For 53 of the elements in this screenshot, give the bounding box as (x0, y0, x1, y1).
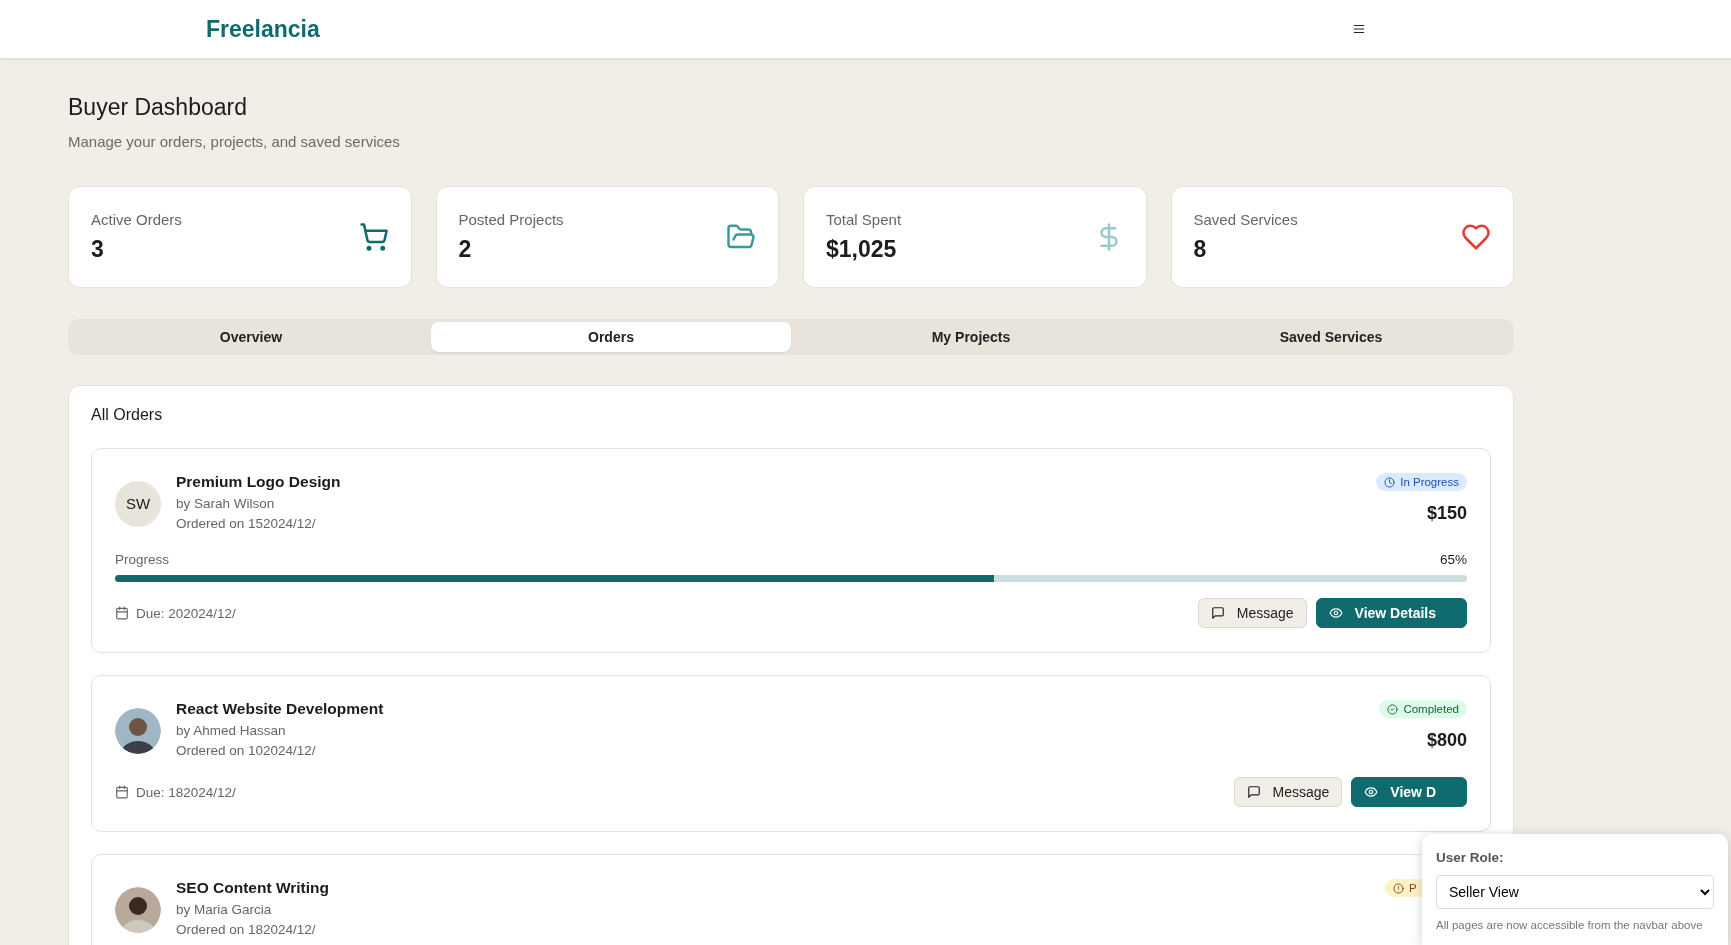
stat-value: 3 (91, 236, 105, 263)
eye-icon (1328, 606, 1343, 620)
view-details-button[interactable]: View D (1351, 777, 1467, 807)
message-icon (1210, 606, 1225, 620)
stat-label: Saved Services (1193, 211, 1298, 228)
alert-circle-icon (1393, 882, 1404, 894)
stat-label: Active Orders (91, 211, 182, 228)
role-select[interactable]: Seller View (1436, 875, 1714, 909)
seller-name: by Maria Garcia (176, 901, 273, 919)
order-title: Premium Logo Design (176, 473, 341, 491)
stat-label: Posted Projects (458, 211, 564, 228)
message-button[interactable]: Message (1197, 598, 1307, 628)
order-title: SEO Content Writing (176, 879, 329, 897)
message-button[interactable]: Message (1233, 777, 1343, 807)
logo[interactable]: Freelancia (206, 15, 320, 43)
due-date: Due: 202024/12/ (136, 605, 236, 621)
heart-icon (1461, 222, 1491, 252)
status-badge: In Progress (1376, 473, 1467, 491)
price: $150 (1426, 503, 1467, 524)
order-date: Ordered on 102024/12/ (176, 742, 317, 760)
progress-label: Progress (115, 552, 170, 567)
seller-name: by Ahmed Hassan (176, 722, 287, 740)
stat-value: 2 (458, 236, 473, 263)
stat-value: $1,025 (826, 236, 898, 263)
tab[interactable]: Saved Services (1151, 322, 1511, 352)
role-label: User Role: (1436, 850, 1505, 865)
order-title: React Website Development (176, 700, 384, 718)
order-date: Ordered on 182024/12/ (176, 921, 317, 939)
view-details-button[interactable]: View Details (1315, 598, 1467, 628)
tab[interactable]: Orders (431, 322, 791, 352)
eye-icon (1364, 785, 1379, 799)
tab[interactable]: My Projects (791, 322, 1151, 352)
cart-icon (358, 222, 389, 252)
page-title: Buyer Dashboard (68, 94, 248, 121)
avatar: SW (115, 480, 161, 527)
price: $800 (1426, 730, 1467, 751)
stat-label: Total Spent (826, 211, 902, 228)
calendar-icon (115, 606, 129, 620)
role-note: All pages are now accessible from the navbar above (1436, 918, 1704, 933)
clock-icon (1384, 476, 1396, 488)
calendar-icon (115, 785, 129, 799)
check-circle-icon (1387, 703, 1399, 715)
seller-name: by Sarah Wilson (176, 495, 276, 513)
page-subtitle: Manage your orders, projects, and saved services (68, 133, 401, 150)
progress-value: 65% (1439, 552, 1467, 567)
order-date: Ordered on 152024/12/ (176, 515, 317, 533)
menu-icon[interactable] (1352, 22, 1366, 36)
due-date: Due: 182024/12/ (136, 784, 236, 800)
message-icon (1246, 785, 1261, 799)
tab[interactable]: Overview (71, 322, 431, 352)
status-badge: Completed (1379, 700, 1467, 718)
stat-value: 8 (1193, 236, 1208, 263)
panel-title: All Orders (91, 406, 164, 424)
